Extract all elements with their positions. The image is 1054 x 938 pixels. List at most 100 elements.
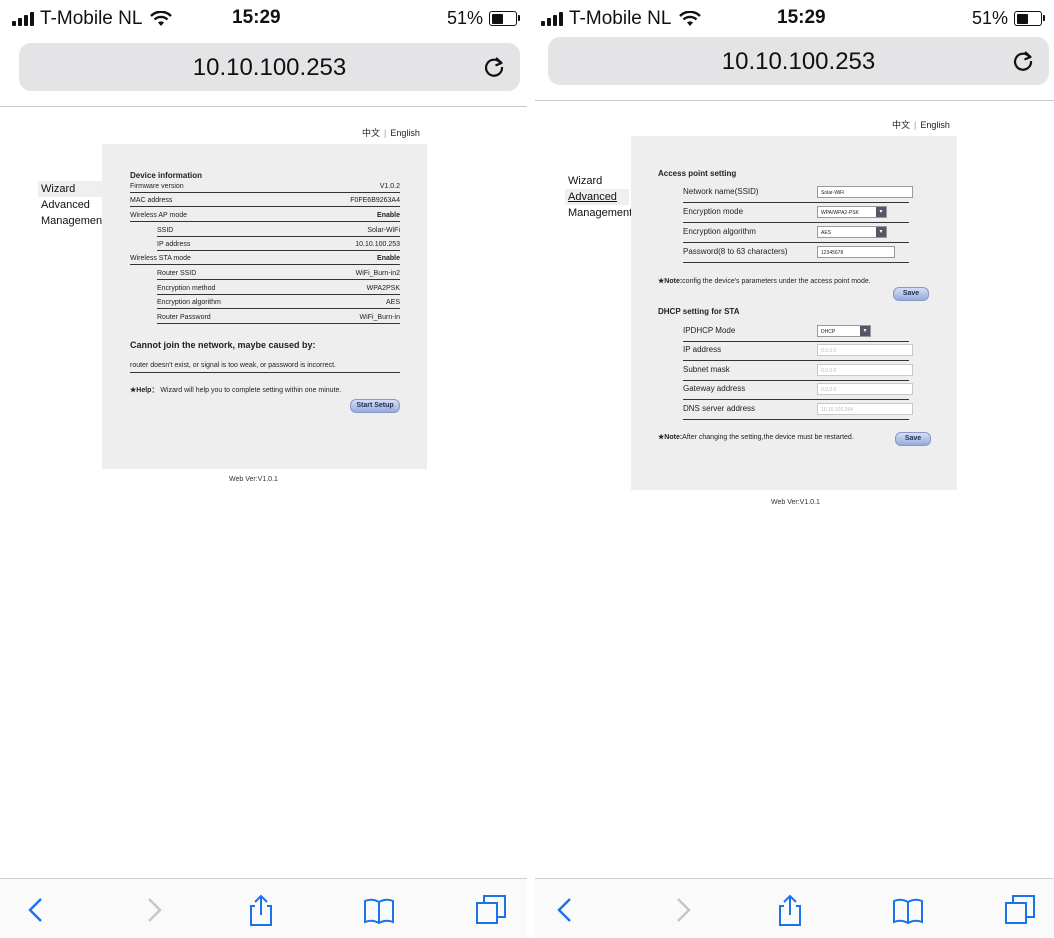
- address-bar[interactable]: 10.10.100.253: [548, 37, 1049, 85]
- info-value: Enable: [377, 212, 400, 219]
- info-row: MAC address F0FE6B9263A4: [130, 195, 400, 207]
- battery-percent: 51%: [446, 8, 483, 28]
- carrier-label: T-Mobile NL: [569, 8, 672, 29]
- info-value: WiFi_Burn-in2: [355, 270, 400, 277]
- signal-icon: [12, 12, 34, 26]
- reload-icon[interactable]: [1011, 49, 1035, 73]
- share-icon[interactable]: [773, 893, 807, 927]
- tabs-icon[interactable]: [1003, 893, 1037, 927]
- info-value: F0FE6B9263A4: [350, 197, 400, 204]
- chevron-down-icon: ▾: [876, 227, 886, 237]
- nav-item-wizard[interactable]: Wizard: [38, 181, 102, 197]
- ip-address-label: IP address: [683, 345, 722, 354]
- info-row: Router Password WiFi_Burn-in: [157, 312, 400, 324]
- back-icon[interactable]: [549, 893, 583, 927]
- dhcp-note-text: After changing the setting,the device mu…: [682, 434, 854, 441]
- lang-chinese-link[interactable]: 中文: [362, 128, 380, 138]
- ssid-input[interactable]: Solar-WiFi: [817, 186, 913, 198]
- nav-item-advanced[interactable]: Advanced: [565, 189, 629, 205]
- dns-server-input[interactable]: 10.10.100.254: [817, 403, 913, 415]
- info-label: Router Password: [157, 314, 211, 321]
- phone-screen-wizard: T-Mobile NL 15:29 51% 10.10.100.253 中文 | E…: [0, 0, 527, 938]
- tabs-icon[interactable]: [474, 893, 508, 927]
- web-version: Web Ver:V1.0.1: [771, 499, 820, 506]
- url-text: 10.10.100.253: [192, 54, 347, 81]
- info-row: IP address 10.10.100.253: [157, 239, 400, 251]
- info-label: Firmware version: [130, 183, 184, 190]
- gateway-label: Gateway address: [683, 384, 746, 393]
- info-value: AES: [385, 299, 400, 306]
- subnet-mask-row: Subnet mask 0.0.0.0: [683, 361, 913, 381]
- dhcp-mode-value: DHCP: [821, 329, 836, 335]
- dhcp-note-label: ★Note:: [658, 434, 683, 441]
- gateway-input[interactable]: 0.0.0.0: [817, 383, 913, 395]
- password-input[interactable]: 12345678: [817, 246, 895, 258]
- wifi-icon: [150, 11, 173, 26]
- side-nav: Wizard Advanced Management: [38, 181, 105, 229]
- dhcp-mode-row: IPDHCP Mode DHCP ▾: [683, 322, 909, 342]
- lang-english-link[interactable]: English: [920, 120, 950, 130]
- info-row: Wireless STA mode Enable: [130, 253, 400, 265]
- dhcp-save-button[interactable]: Save: [895, 432, 931, 446]
- ap-note: ★Note:config the device's parameters und…: [658, 277, 871, 285]
- forward-icon[interactable]: [136, 893, 170, 927]
- phone-screen-advanced: T-Mobile NL 15:29 51% 10.10.100.253 中文 | E…: [535, 0, 1054, 938]
- lang-english-link[interactable]: English: [390, 128, 420, 138]
- start-setup-button[interactable]: Start Setup: [350, 399, 400, 413]
- info-value: WiFi_Burn-in: [359, 314, 400, 321]
- info-row: Router SSID WiFi_Burn-in2: [157, 268, 400, 280]
- nav-item-management[interactable]: Management: [565, 205, 632, 221]
- nav-item-advanced[interactable]: Advanced: [38, 197, 102, 213]
- ap-setting-title: Access point setting: [658, 169, 737, 178]
- battery-level: [491, 13, 504, 24]
- clock: 15:29: [777, 7, 826, 28]
- signal-icon: [541, 12, 563, 26]
- back-icon[interactable]: [20, 893, 54, 927]
- subnet-mask-label: Subnet mask: [683, 365, 730, 374]
- ap-save-button[interactable]: Save: [893, 287, 929, 301]
- lang-chinese-link[interactable]: 中文: [892, 120, 910, 130]
- encryption-mode-select[interactable]: WPA/WPA2-PSK ▾: [817, 206, 887, 218]
- browser-toolbar: [0, 878, 527, 938]
- forward-icon[interactable]: [665, 893, 699, 927]
- dhcp-note: ★Note:After changing the setting,the dev…: [658, 433, 854, 441]
- info-label: Router SSID: [157, 270, 197, 277]
- bookmarks-icon[interactable]: [891, 893, 925, 927]
- cannot-join-text: router doesn't exist, or signal is too w…: [130, 361, 336, 369]
- help-note: ★Help： Wizard will help you to complete …: [130, 385, 341, 395]
- dhcp-setting-title: DHCP setting for STA: [658, 307, 740, 316]
- encryption-mode-label: Encryption mode: [683, 207, 744, 216]
- reload-icon[interactable]: [482, 55, 506, 79]
- language-switch: 中文 | English: [892, 120, 950, 130]
- encryption-algorithm-select[interactable]: AES ▾: [817, 226, 887, 238]
- nav-item-wizard[interactable]: Wizard: [565, 173, 629, 189]
- info-label: Wireless AP mode: [130, 212, 188, 219]
- info-label: Wireless STA mode: [130, 255, 191, 262]
- info-row: Firmware version V1.0.2: [130, 181, 400, 193]
- encryption-algorithm-row: Encryption algorithm AES ▾: [683, 223, 909, 243]
- cannot-join-title: Cannot join the network, maybe caused by…: [130, 340, 316, 350]
- url-text: 10.10.100.253: [721, 48, 876, 75]
- ip-address-input[interactable]: 0.0.0.0: [817, 344, 913, 356]
- battery-icon: [489, 11, 520, 26]
- encryption-mode-value: WPA/WPA2-PSK: [821, 210, 859, 216]
- nav-item-management[interactable]: Management: [38, 213, 105, 229]
- battery-percent: 51%: [971, 8, 1008, 28]
- subnet-mask-input[interactable]: 0.0.0.0: [817, 364, 913, 376]
- ssid-row: Network name(SSID) Solar-WiFi: [683, 183, 913, 203]
- password-row: Password(8 to 63 characters) 12345678: [683, 243, 909, 263]
- info-row: Encryption algorithm AES: [157, 297, 400, 309]
- dhcp-mode-select[interactable]: DHCP ▾: [817, 325, 871, 337]
- dns-server-label: DNS server address: [683, 404, 756, 413]
- info-label: Encryption algorithm: [157, 299, 221, 306]
- language-switch: 中文 | English: [362, 128, 420, 138]
- clock: 15:29: [232, 7, 281, 28]
- info-label: IP address: [157, 241, 191, 248]
- dns-server-row: DNS server address 10.10.100.254: [683, 400, 913, 420]
- encryption-algorithm-value: AES: [821, 230, 832, 236]
- web-page: 中文 | English Wizard Advanced Management Ac…: [535, 101, 1054, 878]
- content-panel: Access point setting Network name(SSID) …: [631, 136, 957, 490]
- bookmarks-icon[interactable]: [362, 893, 396, 927]
- address-bar[interactable]: 10.10.100.253: [19, 43, 520, 91]
- share-icon[interactable]: [244, 893, 278, 927]
